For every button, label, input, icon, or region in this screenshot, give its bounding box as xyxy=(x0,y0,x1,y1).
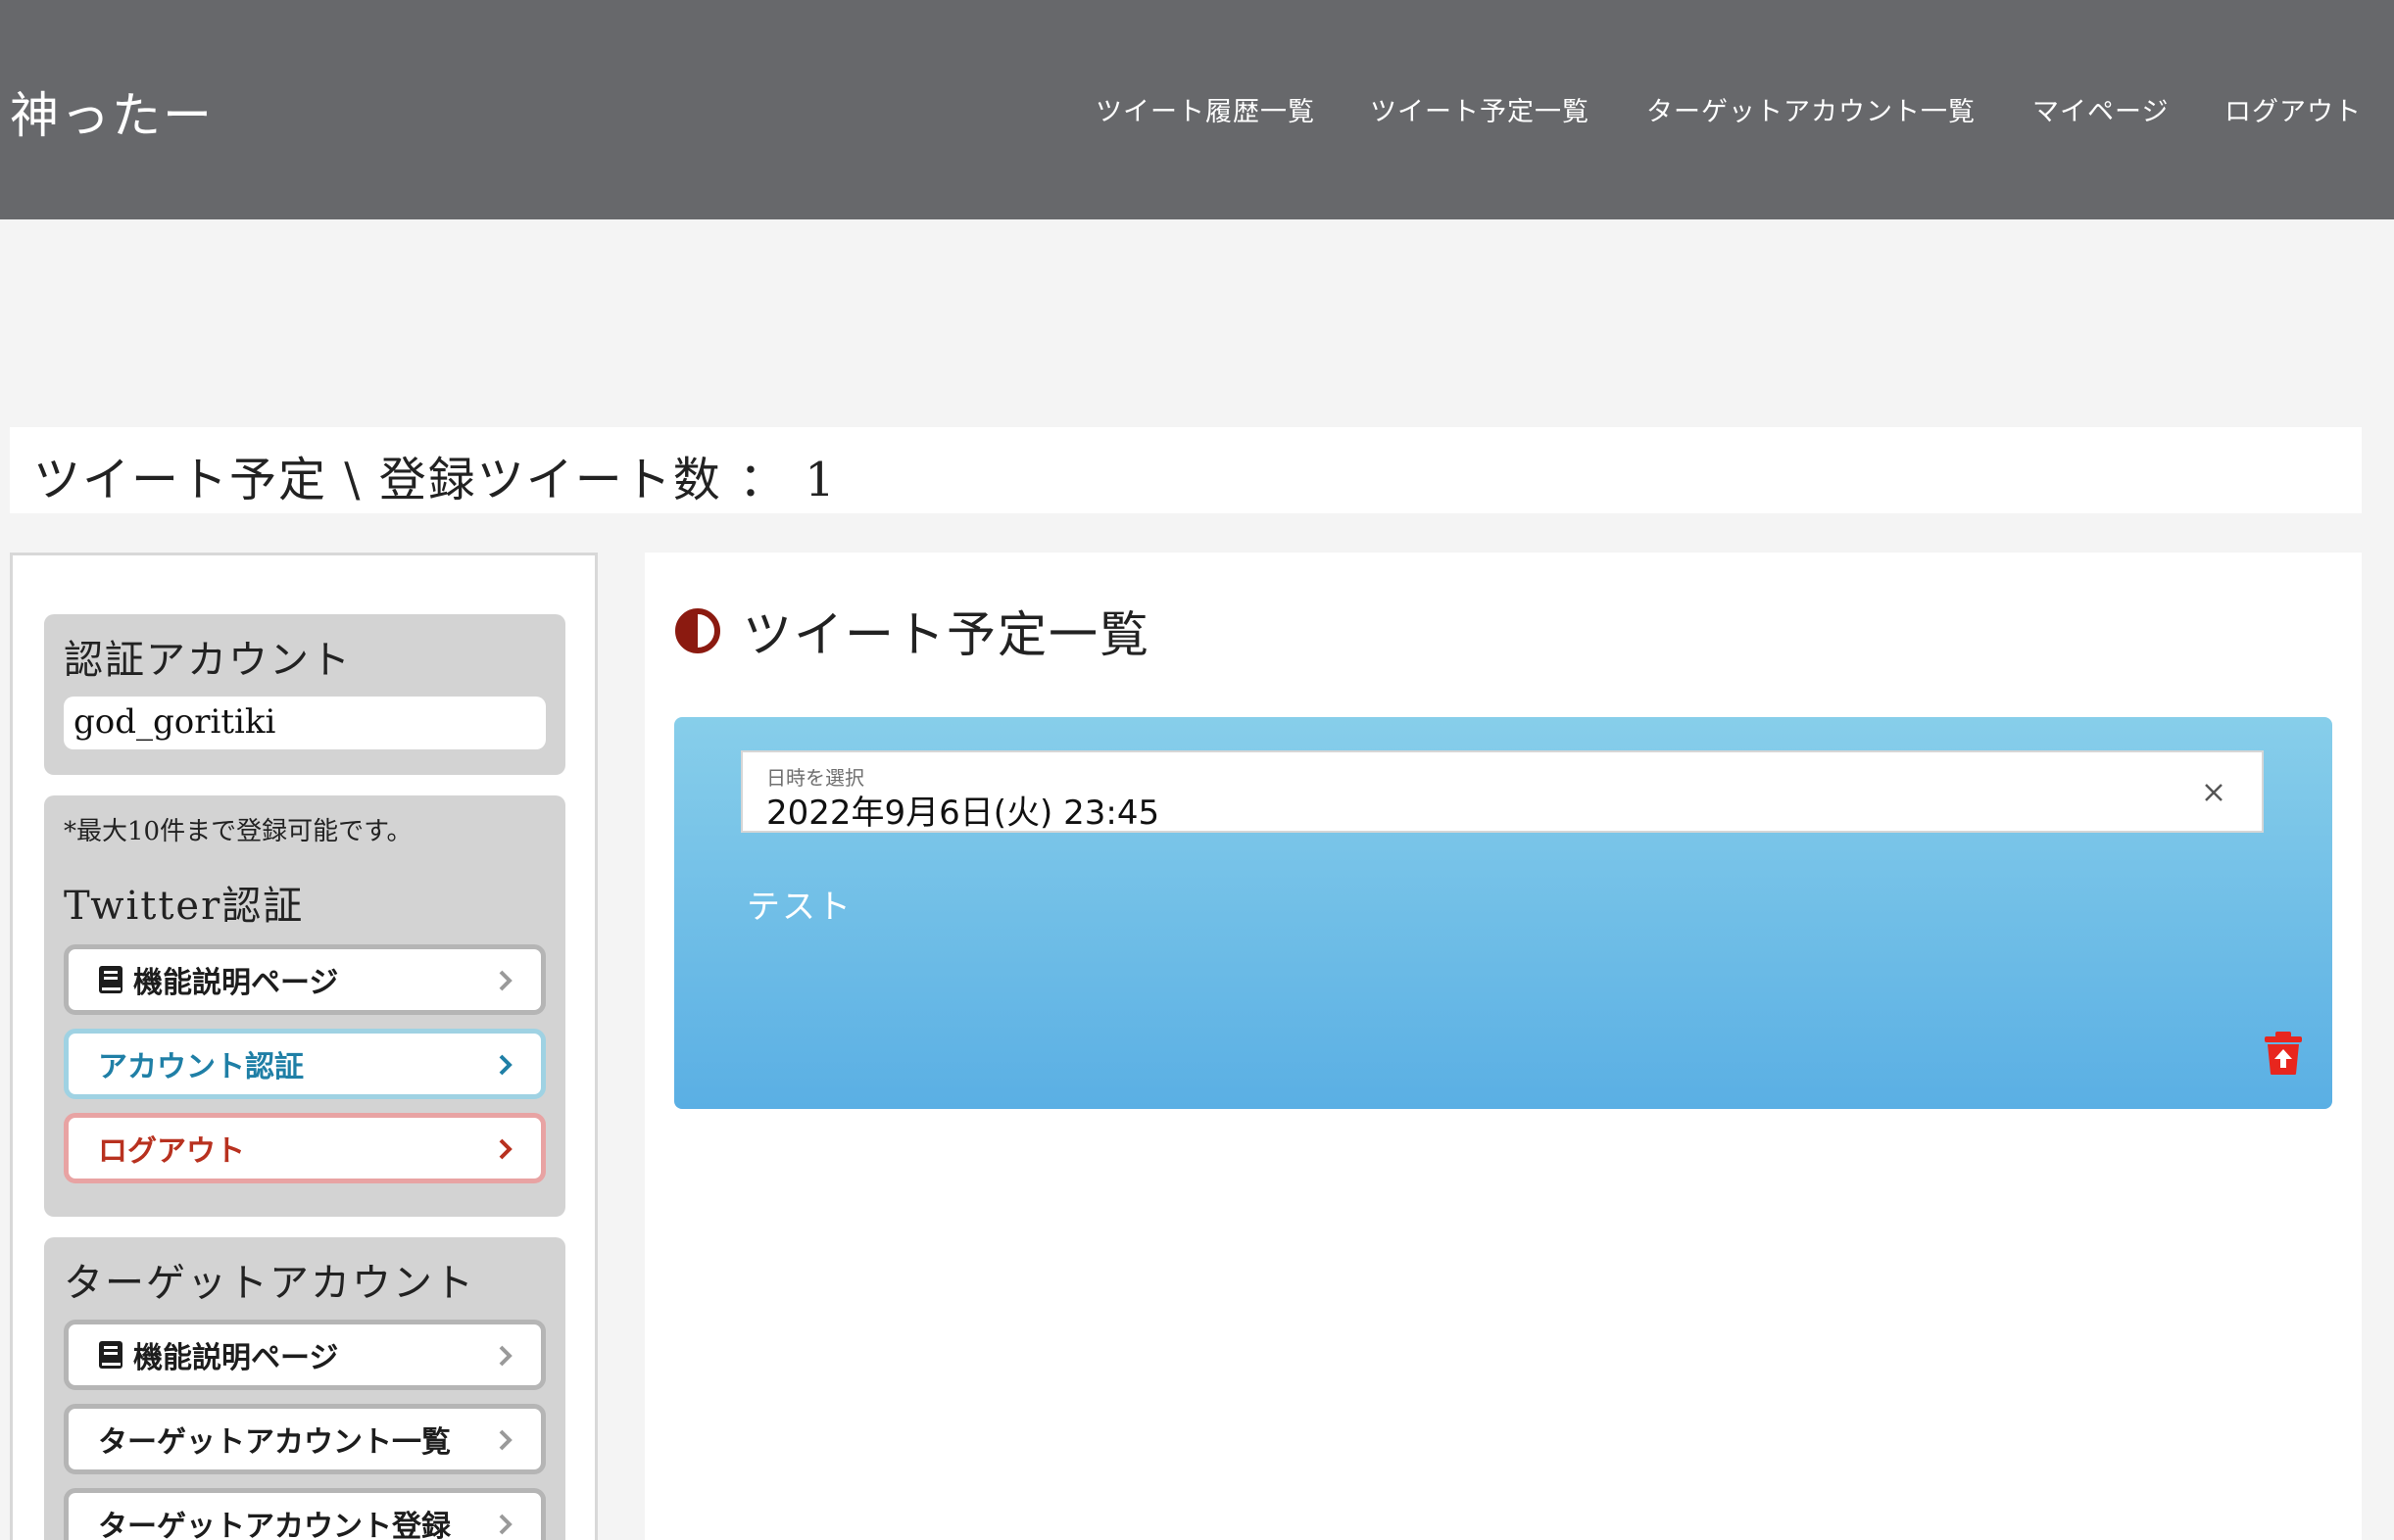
main-title: ツイート予定一覧 xyxy=(743,606,1150,663)
target-list-button[interactable]: ターゲットアカウント一覧 xyxy=(64,1404,546,1474)
auth-account-heading: 認証アカウント xyxy=(64,638,352,683)
twitter-help-button[interactable]: 機能説明ページ xyxy=(64,944,546,1015)
twitter-auth-heading: Twitter認証 xyxy=(64,884,305,929)
target-list-label: ターゲットアカウント一覧 xyxy=(98,1425,451,1460)
book-icon xyxy=(98,1340,123,1370)
nav-logout[interactable]: ログアウト xyxy=(2224,90,2362,128)
chevron-right-icon xyxy=(499,1514,513,1535)
target-help-label: 機能説明ページ xyxy=(133,1341,339,1375)
target-register-button[interactable]: ターゲットアカウント登録 xyxy=(64,1488,546,1540)
target-register-label: ターゲットアカウント登録 xyxy=(98,1510,451,1540)
chevron-right-icon xyxy=(499,1429,513,1451)
twitter-logout-button[interactable]: ログアウト xyxy=(64,1113,546,1183)
twitter-logout-label: ログアウト xyxy=(98,1134,245,1169)
nav-mypage[interactable]: マイページ xyxy=(2032,90,2169,128)
trash-icon[interactable] xyxy=(2264,1031,2303,1076)
twitter-auth-panel: *最大10件まで登録可能です。 Twitter認証 機能説明ページ アカウント認… xyxy=(44,795,565,1217)
chevron-right-icon xyxy=(499,1054,513,1076)
target-account-heading: ターゲットアカウント xyxy=(64,1261,475,1306)
account-auth-button[interactable]: アカウント認証 xyxy=(64,1029,546,1099)
clear-date-icon[interactable] xyxy=(2201,780,2226,805)
twitter-help-label: 機能説明ページ xyxy=(133,966,339,1000)
auth-account-panel: 認証アカウント god_goritiki xyxy=(44,614,565,775)
chevron-right-icon xyxy=(499,1345,513,1367)
main-title-row: ツイート予定一覧 xyxy=(674,602,1150,663)
chevron-right-icon xyxy=(499,970,513,991)
page-title: ツイート予定 \ 登録ツイート数 ： 1 xyxy=(33,453,837,507)
half-circle-icon xyxy=(675,608,720,653)
tweet-text: テスト xyxy=(747,888,853,927)
account-auth-label: アカウント認証 xyxy=(98,1050,304,1084)
nav-tweet-history[interactable]: ツイート履歴一覧 xyxy=(1096,90,1315,128)
chevron-right-icon xyxy=(499,1138,513,1160)
target-account-panel: ターゲットアカウント 機能説明ページ ターゲットアカウント一覧 ターゲットアカウ… xyxy=(44,1237,565,1540)
scheduled-tweet-card: 日時を選択 2022年9月6日(火) 23:45 テスト xyxy=(674,717,2332,1109)
date-picker-value: 2022年9月6日(火) 23:45 xyxy=(766,794,1160,833)
page-title-bar: ツイート予定 \ 登録ツイート数 ： 1 xyxy=(10,427,2362,513)
book-icon xyxy=(98,965,123,994)
target-help-button[interactable]: 機能説明ページ xyxy=(64,1320,546,1390)
nav-tweet-schedule[interactable]: ツイート予定一覧 xyxy=(1370,90,1589,128)
top-nav: ツイート履歴一覧 ツイート予定一覧 ターゲットアカウント一覧 マイページ ログア… xyxy=(0,90,2394,129)
date-picker-field[interactable]: 日時を選択 2022年9月6日(火) 23:45 xyxy=(741,750,2264,833)
limit-note: *最大10件まで登録可能です。 xyxy=(64,817,413,846)
auth-account-value: god_goritiki xyxy=(64,697,546,749)
app-header: 神ったー ツイート履歴一覧 ツイート予定一覧 ターゲットアカウント一覧 マイペー… xyxy=(0,0,2394,219)
sidebar: 認証アカウント god_goritiki *最大10件まで登録可能です。 Twi… xyxy=(10,553,598,1540)
main-content: ツイート予定一覧 日時を選択 2022年9月6日(火) 23:45 テスト xyxy=(645,553,2362,1540)
nav-target-accounts[interactable]: ターゲットアカウント一覧 xyxy=(1646,90,1976,128)
